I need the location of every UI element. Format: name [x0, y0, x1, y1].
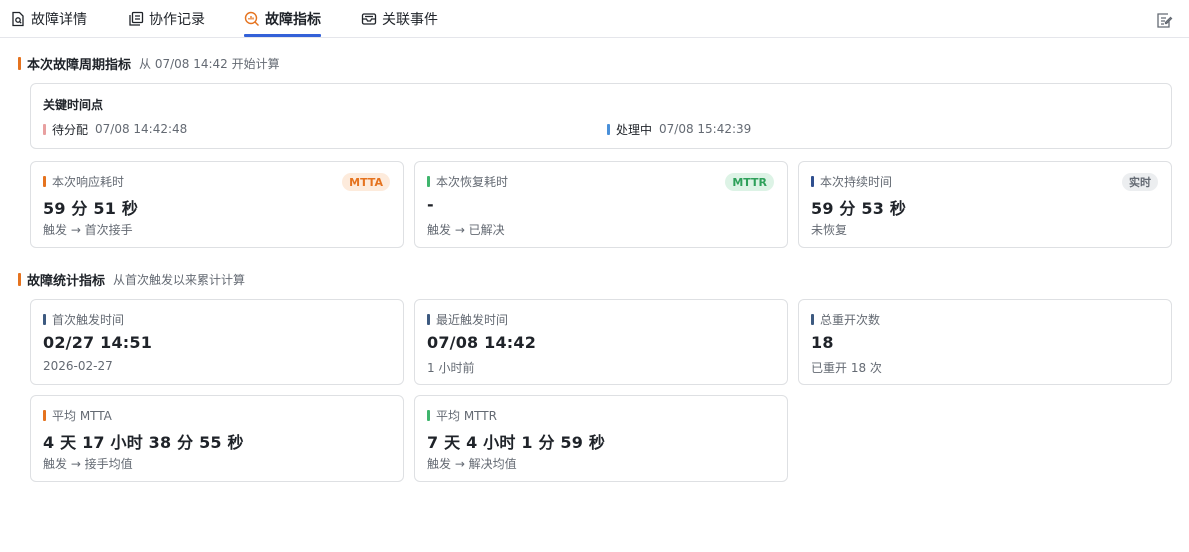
metric-label: 首次触发时间 — [52, 312, 125, 327]
metric-value: - — [427, 195, 434, 214]
tab-incident-metrics[interactable]: 故障指标 — [244, 0, 321, 38]
cycle-metrics-header: 本次故障周期指标 从 07/08 14:42 开始计算 — [18, 54, 280, 73]
key-timepoints-title: 关键时间点 — [43, 98, 104, 112]
metric-note: 触发 → 接手均值 — [43, 457, 133, 471]
copy-icon — [129, 11, 144, 26]
tab-label: 协作记录 — [149, 12, 205, 28]
metric-note: 未恢复 — [811, 223, 848, 237]
section-subtitle: 从首次触发以来累计计算 — [113, 272, 246, 287]
file-search-icon — [12, 11, 24, 27]
avg-mttr-card: 平均 MTTR 7 天 4 小时 1 分 59 秒 触发 → 解决均值 — [414, 395, 788, 482]
metric-value: 02/27 14:51 — [43, 333, 153, 352]
section-title: 故障统计指标 — [27, 273, 106, 289]
response-time-card: 本次响应耗时 MTTA 59 分 51 秒 触发 → 首次接手 — [30, 161, 404, 248]
edit-note-icon[interactable] — [1155, 11, 1173, 29]
metric-note: 触发 → 已解决 — [427, 223, 505, 237]
metric-note: 已重开 18 次 — [811, 361, 882, 375]
timepoint-name: 处理中 — [616, 122, 653, 137]
metric-note: 1 小时前 — [427, 361, 475, 375]
metric-label: 本次恢复耗时 — [436, 174, 509, 189]
tab-label: 关联事件 — [382, 12, 438, 28]
statistics-metrics-header: 故障统计指标 从首次触发以来累计计算 — [18, 270, 246, 289]
metric-value: 59 分 51 秒 — [43, 199, 139, 218]
metric-label: 平均 MTTA — [52, 408, 112, 423]
last-triggered-card: 最近触发时间 07/08 14:42 1 小时前 — [414, 299, 788, 385]
timepoint-processing: 处理中 07/08 15:42:39 — [607, 122, 752, 137]
chart-search-icon — [244, 11, 259, 26]
key-timepoints-card: 关键时间点 待分配 07/08 14:42:48 处理中 07/08 15:42… — [30, 83, 1172, 149]
metric-value: 4 天 17 小时 38 分 55 秒 — [43, 433, 244, 452]
mtta-badge: MTTA — [342, 173, 390, 191]
timepoint-time: 07/08 15:42:39 — [659, 122, 752, 136]
metric-label: 平均 MTTR — [436, 408, 497, 423]
tab-collaboration-log[interactable]: 协作记录 — [128, 0, 205, 38]
metric-label: 本次响应耗时 — [52, 174, 125, 189]
timepoint-time: 07/08 14:42:48 — [95, 122, 188, 136]
mttr-badge: MTTR — [725, 173, 774, 191]
metric-label: 总重开次数 — [820, 312, 881, 327]
duration-card: 本次持续时间 实时 59 分 53 秒 未恢复 — [798, 161, 1172, 248]
first-triggered-card: 首次触发时间 02/27 14:51 2026-02-27 — [30, 299, 404, 385]
tab-related-events[interactable]: 关联事件 — [361, 0, 438, 38]
metric-note: 触发 → 解决均值 — [427, 457, 517, 471]
metric-label: 本次持续时间 — [820, 174, 893, 189]
tab-bar: 故障详情 协作记录 故障指标 关联事件 — [0, 0, 1189, 38]
timepoint-name: 待分配 — [52, 122, 89, 137]
avg-mtta-card: 平均 MTTA 4 天 17 小时 38 分 55 秒 触发 → 接手均值 — [30, 395, 404, 482]
metric-value: 07/08 14:42 — [427, 333, 537, 352]
inbox-icon — [361, 13, 377, 25]
tab-label: 故障详情 — [31, 12, 87, 28]
metric-note: 触发 → 首次接手 — [43, 223, 133, 237]
metric-value: 7 天 4 小时 1 分 59 秒 — [427, 433, 606, 452]
realtime-badge: 实时 — [1122, 173, 1158, 191]
metric-value: 59 分 53 秒 — [811, 199, 907, 218]
section-subtitle: 从 07/08 14:42 开始计算 — [139, 56, 280, 71]
metric-note: 2026-02-27 — [43, 359, 113, 373]
metric-label: 最近触发时间 — [436, 312, 509, 327]
timepoint-pending: 待分配 07/08 14:42:48 — [43, 122, 188, 137]
recovery-time-card: 本次恢复耗时 MTTR - 触发 → 已解决 — [414, 161, 788, 248]
reopen-count-card: 总重开次数 18 已重开 18 次 — [798, 299, 1172, 385]
tab-incident-details[interactable]: 故障详情 — [10, 0, 87, 38]
section-title: 本次故障周期指标 — [27, 57, 132, 73]
metric-value: 18 — [811, 333, 834, 352]
tab-label: 故障指标 — [265, 12, 321, 28]
